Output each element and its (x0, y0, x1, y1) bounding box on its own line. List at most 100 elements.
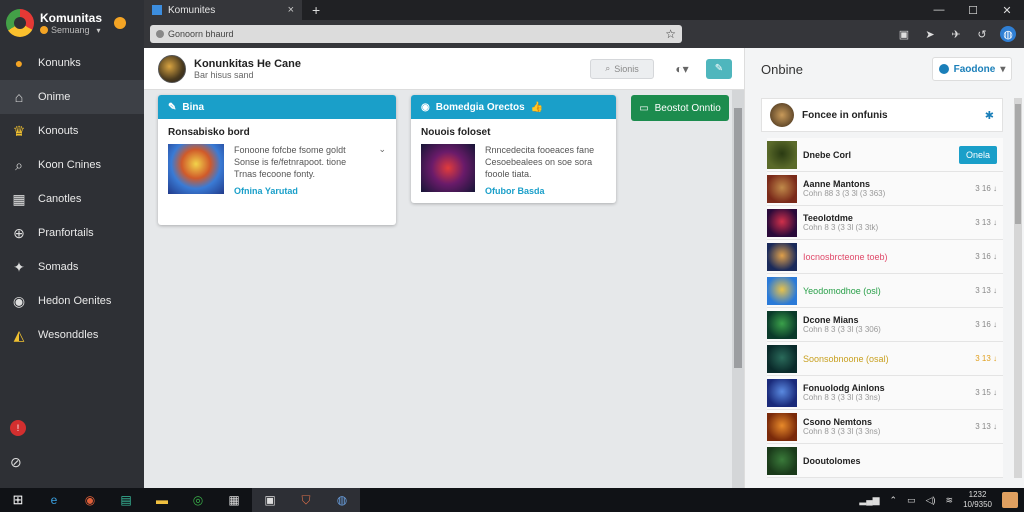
list-item[interactable]: Dooutolomes (767, 444, 1003, 478)
store-icon[interactable]: ▤ (108, 488, 144, 512)
volume-icon[interactable]: ◁) (926, 495, 936, 506)
photos-app-icon[interactable]: ▣ (252, 488, 288, 512)
game-thumbnail[interactable] (767, 378, 797, 407)
monitor-icon[interactable]: ▭ (907, 495, 916, 506)
bird-icon[interactable]: ✈ (948, 26, 964, 42)
pin-icon: ✎ (168, 101, 177, 113)
list-item[interactable]: Fonuolodg Ainlons Cohn 8 3 (3 3l (3 3ns) 3… (767, 376, 1003, 410)
sidebar-item-3[interactable]: ♛ Konouts (0, 114, 144, 148)
folder-icon[interactable]: ▬ (144, 488, 180, 512)
post-card[interactable]: ✎ Bina Ronsabisko bord Fonoone fofcbe fs… (158, 95, 396, 225)
xbox-icon[interactable]: ◎ (180, 488, 216, 512)
card-link[interactable]: Ofnina Yarutad (234, 186, 346, 196)
new-tab-button[interactable]: + (312, 2, 320, 18)
chrome-app-icon[interactable]: ◍ (324, 488, 360, 512)
list-item[interactable]: Aanne Mantons Cohn 88 3 (3 3l (3 363) 3 16… (767, 172, 1003, 206)
list-item-text: Yeodomodhoe (osl) (803, 286, 969, 296)
card-thumbnail[interactable] (168, 144, 224, 194)
close-window-icon[interactable]: ✕ (990, 0, 1024, 20)
share-icon[interactable]: ➤ (922, 26, 938, 42)
list-item[interactable]: Soonsobnoone (osal) 3 13 ↓ (767, 342, 1003, 376)
game-thumbnail[interactable] (767, 276, 797, 305)
profile-card[interactable]: Foncee in onfunis ✱ (761, 98, 1003, 132)
tab-title: Komunites (168, 4, 216, 16)
game-thumbnail[interactable] (767, 344, 797, 373)
notification-center-icon[interactable] (1002, 492, 1018, 508)
sidebar-item-5[interactable]: ▦ Canotles (0, 182, 144, 216)
sidebar-item-9[interactable]: ◭ Wesonddles (0, 318, 144, 352)
online-panel: Onbine Faodone ▾ Foncee in onfunis ✱ Dne… (744, 48, 1024, 488)
alert-icon[interactable]: ! (10, 420, 26, 436)
browser-tab[interactable]: Komunites × (144, 0, 302, 20)
card-link[interactable]: Ofubor Basda (485, 186, 594, 196)
game-thumbnail[interactable] (767, 446, 797, 475)
sidebar-item-label: Pranfortails (38, 227, 94, 239)
list-item[interactable]: Dcone Mians Cohn 8 3 (3 3l (3 306) 3 16 ↓ (767, 308, 1003, 342)
media-app-icon[interactable]: ◉ (72, 488, 108, 512)
game-thumbnail[interactable] (767, 310, 797, 339)
avatar[interactable] (770, 103, 794, 127)
game-thumbnail[interactable] (767, 208, 797, 237)
refresh-icon[interactable]: ↺ (974, 26, 990, 42)
list-item-meta: 3 13 ↓ (975, 422, 997, 431)
friends-button[interactable]: Faodone ▾ (932, 57, 1012, 81)
gear-icon[interactable]: ✱ (985, 109, 994, 122)
sidebar-item-2[interactable]: ⌂ Onime (0, 80, 144, 114)
chevron-down-icon[interactable]: ⌄ (378, 144, 386, 196)
maximize-icon[interactable]: ☐ (956, 0, 990, 20)
main-scrollbar[interactable] (732, 90, 744, 488)
card-text-line: Fonoone fofcbe fsome goldt (234, 145, 346, 155)
tab-close-icon[interactable]: × (288, 4, 294, 16)
card-thumbnail[interactable] (421, 144, 475, 192)
sidebar-subtitle-row[interactable]: Semuang ▾ (40, 25, 102, 35)
game-app-icon[interactable]: ▦ (216, 488, 252, 512)
sidebar-item-7[interactable]: ✦ Somads (0, 250, 144, 284)
sidebar-item-6[interactable]: ⊕ Pranfortails (0, 216, 144, 250)
list-item[interactable]: Iocnosbrcteone toeb) 3 16 ↓ (767, 240, 1003, 274)
avatar[interactable] (158, 54, 186, 83)
globe-icon[interactable]: ◍ (1000, 26, 1016, 42)
edit-button[interactable]: ✎ (706, 58, 732, 79)
post-card[interactable]: ◉ Bomedgia Orectos 👍 Nouois foloset Rnnc… (411, 95, 616, 203)
chevron-up-icon[interactable]: ⌃ (890, 495, 898, 506)
list-item[interactable]: Csono Nemtons Cohn 8 3 (3 3l (3 3ns) 3 13 … (767, 410, 1003, 444)
scrollbar-thumb[interactable] (1015, 104, 1021, 224)
create-post-button[interactable]: ▭ Beostot Onntio (631, 95, 729, 121)
online-button[interactable]: Onela (959, 145, 997, 164)
system-clock[interactable]: 1232 10/9350 (963, 490, 992, 510)
bookmark-star-icon[interactable]: ☆ (665, 27, 676, 41)
address-bar[interactable]: Gonoorn bhaurd ☆ (150, 25, 682, 43)
wifi-icon[interactable]: ≋ (946, 495, 954, 506)
chat-icon[interactable]: ◐▾ (672, 59, 692, 79)
status-dot-icon (40, 26, 48, 34)
list-item-subtitle: Cohn 8 3 (3 3l (3 3tk) (803, 223, 879, 232)
extension-icon[interactable]: ▣ (896, 26, 912, 42)
main-content: Konunkitas He Cane Bar hisus sand ⌕ Sion… (144, 48, 744, 488)
list-item[interactable]: Dnebe Corl Onela (767, 138, 1003, 172)
game-thumbnail[interactable] (767, 174, 797, 203)
card-text-line: Trnas fecoone fonty. (234, 169, 316, 179)
game-thumbnail[interactable] (767, 242, 797, 271)
settings-icon[interactable]: ⊘ (10, 454, 22, 471)
game-thumbnail[interactable] (767, 412, 797, 441)
shield-app-icon[interactable]: ⛉ (288, 488, 324, 512)
sidebar-item-8[interactable]: ◉ Hedon Oenites (0, 284, 144, 318)
lock-icon (156, 30, 164, 38)
windows-start-icon[interactable]: ⊞ (0, 488, 36, 512)
list-item[interactable]: Yeodomodhoe (osl) 3 13 ↓ (767, 274, 1003, 308)
scrollbar-thumb[interactable] (734, 108, 742, 368)
network-icon[interactable]: ▂▄▆ (859, 495, 879, 506)
online-panel-scrollbar[interactable] (1014, 98, 1022, 478)
search-button[interactable]: ⌕ Sionis (590, 58, 654, 79)
minimize-icon[interactable]: — (922, 0, 956, 20)
edge-browser-icon[interactable]: e (36, 488, 72, 512)
list-item-text: Fonuolodg Ainlons Cohn 8 3 (3 3l (3 3ns) (803, 383, 969, 402)
sidebar-item-1[interactable]: ● Konunks (0, 46, 144, 80)
game-thumbnail[interactable] (767, 140, 797, 169)
notification-badge-icon[interactable] (114, 17, 127, 29)
chevron-down-icon[interactable]: ▾ (97, 26, 101, 35)
browser-tab-bar: Komunites × + — ☐ ✕ (144, 0, 1024, 20)
list-item[interactable]: Teeolotdme Cohn 8 3 (3 3l (3 3tk) 3 13 ↓ (767, 206, 1003, 240)
sidebar-item-4[interactable]: ⌕ Koon Cnines (0, 148, 144, 182)
list-item-title: Dnebe Corl (803, 149, 852, 160)
